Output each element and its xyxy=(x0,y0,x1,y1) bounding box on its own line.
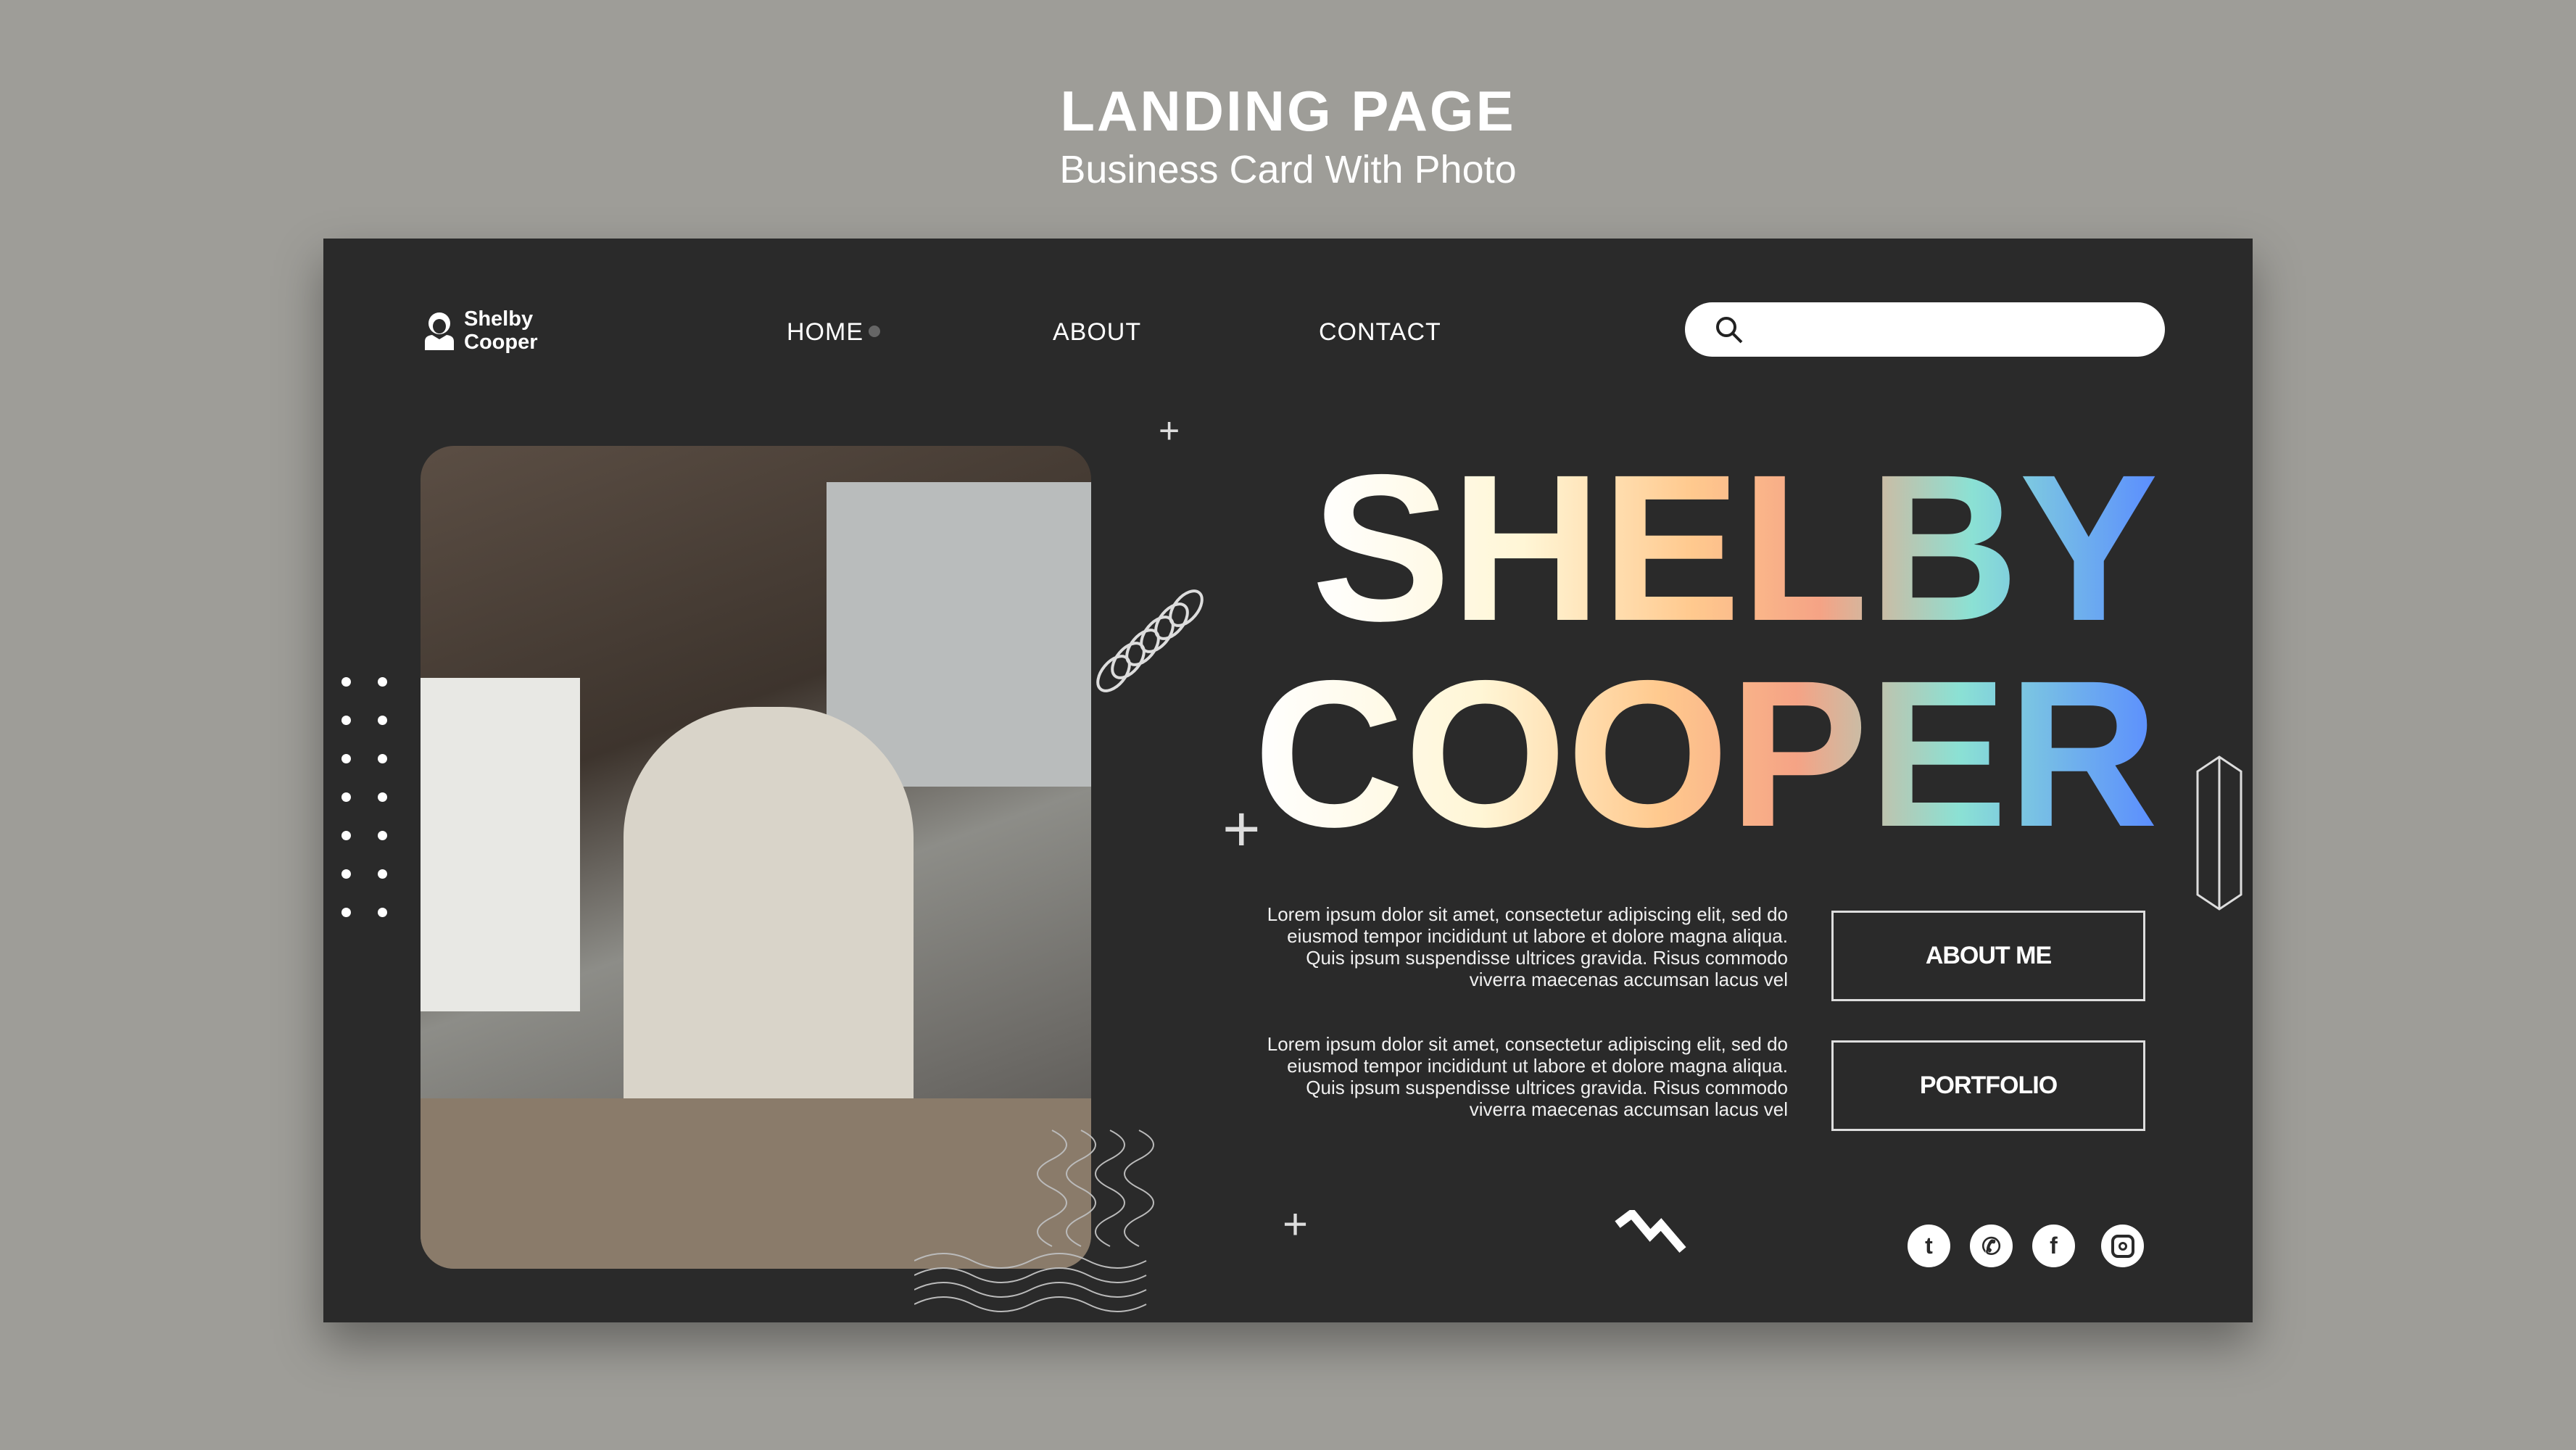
hero-last-name: COOPER xyxy=(1253,637,2158,871)
landing-card: Shelby Cooper HOME ABOUT CONTACT + + + SH… xyxy=(323,239,2253,1322)
page-subheading: Business Card With Photo xyxy=(1059,148,1517,191)
person-icon xyxy=(425,312,454,350)
page-heading: LANDING PAGE xyxy=(1060,79,1516,143)
dot-grid-decoration xyxy=(341,677,387,917)
logo-line1: Shelby xyxy=(464,307,534,331)
nav-contact[interactable]: CONTACT xyxy=(1319,318,1441,347)
plus-decoration: + xyxy=(1283,1200,1309,1248)
nav-home[interactable]: HOME xyxy=(787,318,864,347)
instagram-icon[interactable] xyxy=(2101,1225,2144,1267)
facebook-icon[interactable]: f xyxy=(2032,1225,2075,1267)
intro-paragraph: Lorem ipsum dolor sit amet, consectetur … xyxy=(1267,1033,1788,1120)
search-icon xyxy=(1716,317,1743,344)
intro-paragraph: Lorem ipsum dolor sit amet, consectetur … xyxy=(1267,903,1788,990)
plus-decoration: + xyxy=(1159,410,1180,451)
logo-line2: Cooper xyxy=(464,331,538,354)
twitter-icon[interactable]: t xyxy=(1908,1225,1950,1267)
hero-first-name: SHELBY xyxy=(1311,431,2158,665)
about-me-button[interactable]: ABOUT ME xyxy=(1831,911,2145,1001)
nav-about[interactable]: ABOUT xyxy=(1053,318,1141,347)
active-indicator-dot xyxy=(869,326,880,337)
search-input[interactable] xyxy=(1685,302,2165,357)
whatsapp-icon[interactable]: ✆ xyxy=(1970,1225,2013,1267)
wave-lines-decoration xyxy=(914,1130,1154,1312)
portfolio-button[interactable]: PORTFOLIO xyxy=(1831,1040,2145,1131)
zigzag-decoration xyxy=(1615,1210,1686,1253)
flipchart xyxy=(421,678,580,1011)
spring-coil-decoration xyxy=(1096,589,1204,692)
prism-decoration xyxy=(2196,755,2242,911)
logo[interactable]: Shelby Cooper xyxy=(423,307,538,354)
